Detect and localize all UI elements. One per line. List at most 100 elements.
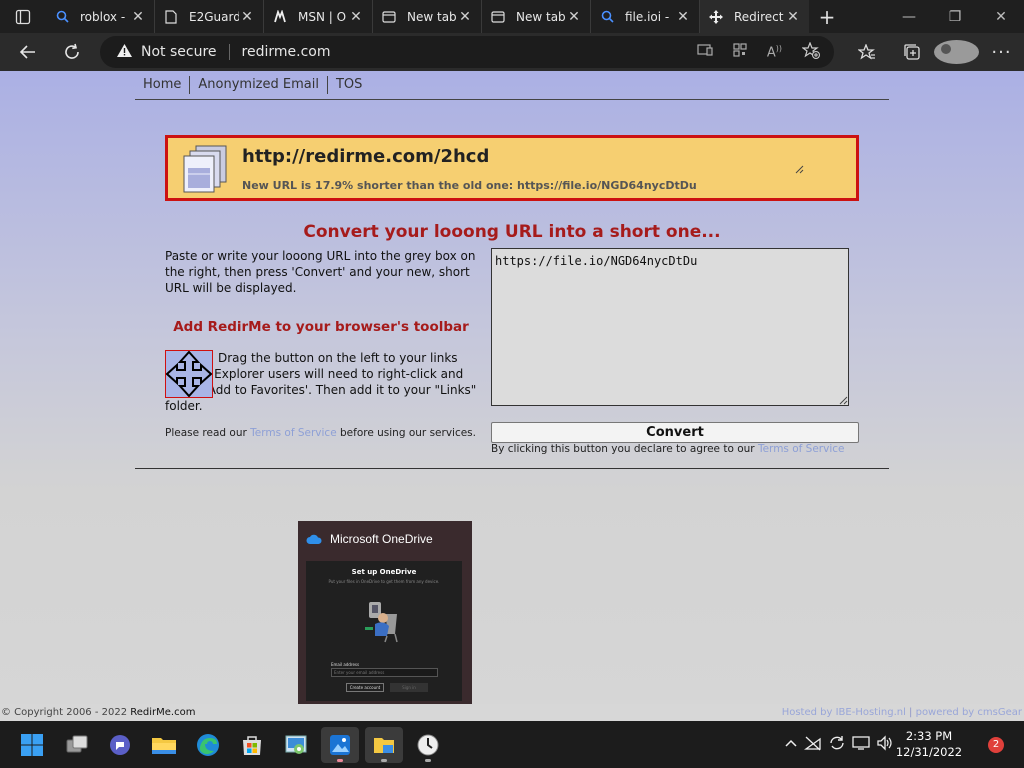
chevron-up-icon[interactable] [784, 737, 798, 752]
running-indicator [425, 759, 431, 762]
nav-anonymized-email[interactable]: Anonymized Email [190, 76, 328, 94]
search-icon [54, 9, 70, 25]
close-window-button[interactable]: ✕ [978, 0, 1024, 33]
tab-actions-button[interactable] [0, 0, 46, 33]
tab-label: Redirect [734, 9, 784, 24]
clock-app-button[interactable] [409, 727, 447, 763]
notification-badge[interactable]: 2 [988, 737, 1004, 753]
security-label[interactable]: Not secure [141, 44, 217, 60]
restore-button[interactable]: ❐ [932, 0, 978, 33]
start-button[interactable] [13, 727, 51, 763]
onedrive-preview[interactable]: Microsoft OneDrive Set up OneDrive Put y… [298, 521, 472, 708]
tab-new-tab-1[interactable]: New tab ✕ [373, 0, 482, 33]
profile-button[interactable] [934, 40, 979, 64]
url-text[interactable]: redirme.com [242, 44, 331, 60]
tab-roblox[interactable]: roblox - ✕ [46, 0, 155, 33]
resize-grip-icon [795, 165, 804, 174]
tab-label: roblox - [80, 9, 126, 24]
copyright-text: © Copyright 2006 - 2022 RedirMe.com [0, 707, 195, 718]
tab-file-io[interactable]: file.ioi - ✕ [591, 0, 700, 33]
nav-home[interactable]: Home [135, 76, 191, 94]
tab-redirme[interactable]: Redirect ✕ [700, 0, 809, 33]
task-view-button[interactable] [58, 727, 96, 763]
textarea-resize-icon[interactable] [839, 396, 848, 405]
address-separator [228, 44, 230, 60]
file-manager-button[interactable] [365, 727, 403, 763]
onedrive-illustration [365, 602, 398, 643]
close-icon[interactable]: ✕ [348, 9, 364, 25]
close-icon[interactable]: ✕ [675, 9, 691, 25]
hosted-by-link[interactable]: Hosted by IBE-Hosting.nl [782, 707, 906, 718]
warning-icon[interactable] [116, 43, 133, 62]
tab-e2guard[interactable]: E2Guard ✕ [155, 0, 264, 33]
running-indicator [337, 759, 343, 762]
app-available-icon[interactable] [697, 43, 713, 61]
msn-icon [272, 9, 288, 25]
convert-button[interactable]: Convert [491, 422, 859, 443]
teams-chat-button[interactable] [101, 727, 139, 763]
settings-menu-button[interactable]: ··· [979, 42, 1024, 63]
minimize-button[interactable]: — [886, 0, 932, 33]
web-page: Home Anonymized Email TOS http://redirme… [0, 71, 1024, 721]
windows-taskbar: 2:33 PM 12/31/2022 [0, 721, 1024, 768]
hosting-credits: Hosted by IBE-Hosting.nl | powered by cm… [782, 707, 1024, 718]
file-explorer-button[interactable] [145, 727, 183, 763]
powered-by-link[interactable]: powered by cmsGear [916, 707, 1022, 718]
redirme-bookmarklet-button[interactable] [165, 350, 213, 398]
onedrive-create-account-button[interactable]: Create account [346, 683, 384, 692]
move-arrows-icon [166, 351, 212, 397]
onedrive-cloud-icon [306, 534, 322, 544]
favorites-button[interactable] [844, 43, 889, 61]
terms-of-service-link[interactable]: Terms of Service [250, 427, 337, 439]
display-icon[interactable] [852, 735, 870, 755]
onedrive-sign-in-button[interactable]: Sign in [390, 683, 428, 692]
long-url-input[interactable]: https://file.io/NGD64nycDtDu [491, 248, 849, 406]
close-icon[interactable]: ✕ [785, 9, 801, 25]
onedrive-email-label: Email address [331, 662, 360, 667]
file-folder-icon [374, 738, 394, 753]
photos-icon [330, 735, 350, 755]
address-bar[interactable]: Not secure redirme.com A)) [100, 36, 834, 68]
short-url[interactable]: http://redirme.com/2hcd [242, 146, 489, 167]
sync-icon[interactable] [828, 735, 846, 755]
microsoft-store-button[interactable] [233, 727, 271, 763]
refresh-button[interactable] [52, 33, 92, 71]
read-aloud-icon[interactable]: A)) [767, 44, 782, 60]
documents-icon [183, 145, 227, 193]
close-icon[interactable]: ✕ [130, 9, 146, 25]
agreement-prefix: By clicking this button you declare to a… [491, 443, 758, 455]
onedrive-setup-window: Set up OneDrive Put your files in OneDri… [306, 561, 462, 701]
favorites-icon [857, 43, 875, 60]
terms-note-suffix: before using our services. [336, 427, 476, 439]
control-panel-button[interactable] [277, 727, 315, 763]
nav-tos[interactable]: TOS [328, 76, 370, 94]
tab-msn[interactable]: MSN | O ✕ [264, 0, 373, 33]
newtab-icon [381, 9, 397, 25]
photos-button[interactable] [321, 727, 359, 763]
taskbar-clock[interactable]: 2:33 PM 12/31/2022 [888, 728, 970, 760]
tab-actions-icon [15, 9, 31, 24]
onedrive-title: Microsoft OneDrive [330, 532, 433, 546]
collections-button[interactable] [889, 43, 934, 61]
close-icon[interactable]: ✕ [239, 9, 255, 25]
terms-note: Please read our Terms of Service before … [165, 427, 476, 439]
edge-button[interactable] [189, 727, 227, 763]
network-off-icon[interactable] [803, 735, 822, 755]
onedrive-title-bar: Microsoft OneDrive [298, 521, 472, 557]
close-icon[interactable]: ✕ [457, 9, 473, 25]
add-favorite-icon[interactable] [801, 40, 820, 63]
window-controls: — ❐ ✕ [886, 0, 1024, 33]
new-tab-button[interactable]: + [809, 0, 845, 33]
close-icon[interactable]: ✕ [566, 9, 582, 25]
tab-label: MSN | O [298, 9, 347, 24]
shortening-info: New URL is 17.9% shorter than the old on… [242, 179, 697, 192]
agreement-terms-link[interactable]: Terms of Service [758, 443, 845, 455]
browser-toolbar-right: ··· [844, 33, 1024, 71]
qr-code-icon[interactable] [733, 43, 747, 61]
chat-icon [110, 735, 130, 755]
onedrive-email-input[interactable]: Enter your email address [331, 668, 438, 677]
tab-new-tab-2[interactable]: New tab ✕ [482, 0, 591, 33]
control-panel-icon [285, 735, 307, 754]
back-button[interactable] [8, 33, 48, 71]
store-icon [243, 736, 261, 755]
